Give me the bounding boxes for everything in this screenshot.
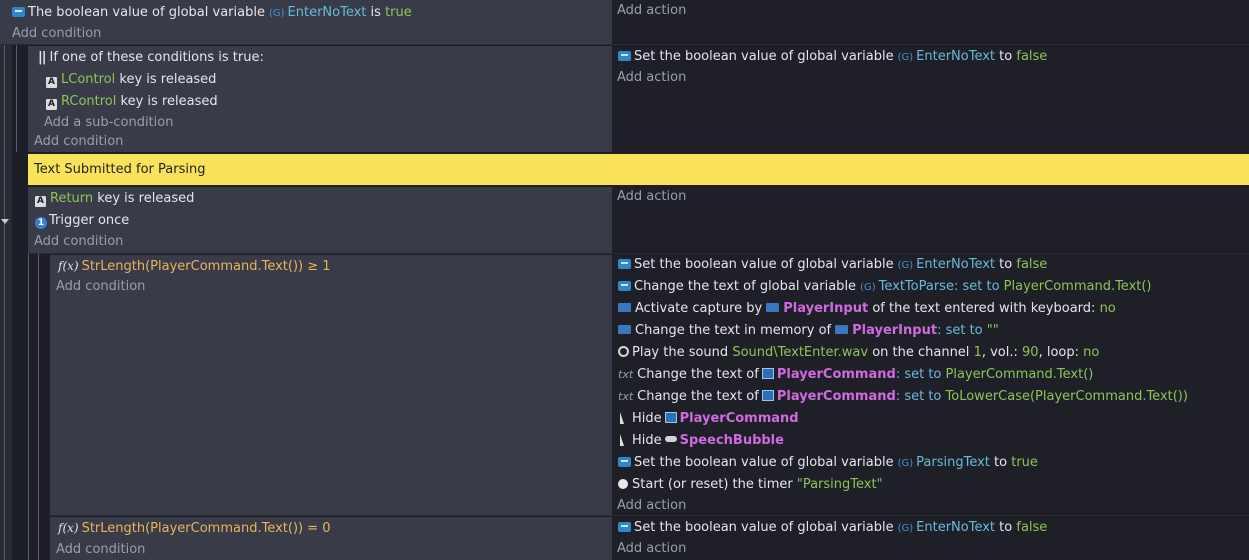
condition-strlength-eq[interactable]: f(x) StrLength(PlayerCommand.Text()) = 0 bbox=[58, 518, 331, 538]
text-icon: txt bbox=[618, 390, 634, 403]
event-3-actions[interactable]: Set the boolean value of global variable… bbox=[612, 255, 1249, 515]
text-object-icon bbox=[761, 390, 774, 401]
event-2-conditions[interactable]: A Return key is released 1 Trigger once Ad… bbox=[28, 187, 612, 253]
action-change-text-player-command[interactable]: txt Change the text of PlayerCommand: set … bbox=[618, 365, 1093, 385]
event-separator bbox=[50, 515, 1249, 516]
condition-strlength-ge[interactable]: f(x) StrLength(PlayerCommand.Text()) ≥ 1 bbox=[58, 256, 331, 276]
text-input-object-icon bbox=[835, 325, 849, 334]
text-input-icon bbox=[618, 303, 631, 312]
add-sub-condition-link[interactable]: Add a sub-condition bbox=[44, 113, 173, 133]
global-variable-icon: (G) bbox=[897, 523, 914, 534]
keyboard-icon: A bbox=[46, 77, 57, 88]
variable-icon bbox=[618, 457, 631, 467]
tree-line bbox=[38, 254, 39, 560]
or-condition-header[interactable]: || If one of these conditions is true: bbox=[38, 48, 264, 68]
sub-condition-lcontrol[interactable]: A LControl key is released bbox=[46, 70, 216, 90]
event-separator bbox=[0, 44, 1249, 45]
keyboard-icon: A bbox=[46, 99, 57, 110]
action-change-text-memory[interactable]: Change the text in memory of PlayerInput:… bbox=[618, 321, 999, 341]
action-activate-capture[interactable]: Activate capture by PlayerInput of the te… bbox=[618, 299, 1116, 319]
variable-icon bbox=[12, 7, 25, 17]
sub-event-conditions[interactable]: || If one of these conditions is true: AL… bbox=[28, 46, 612, 152]
variable-icon bbox=[618, 281, 631, 291]
action-set-enter-no-text[interactable]: Set the boolean value of global variable… bbox=[618, 255, 1047, 275]
text-input-object-icon bbox=[766, 303, 780, 312]
event-4-conditions[interactable]: f(x) StrLength(PlayerCommand.Text()) = 0 … bbox=[50, 517, 612, 560]
action-set-enter-no-text[interactable]: Set the boolean value of global variable… bbox=[618, 518, 1047, 538]
timer-icon bbox=[618, 479, 628, 489]
action-set-parsing-text[interactable]: Set the boolean value of global variable… bbox=[618, 453, 1038, 473]
global-variable-icon: (G) bbox=[897, 52, 914, 63]
add-action-link[interactable]: Add action bbox=[617, 539, 686, 559]
function-icon: f(x) bbox=[58, 521, 79, 535]
variable-icon bbox=[618, 259, 631, 269]
add-action-link[interactable]: Add action bbox=[617, 187, 686, 207]
event-1-actions[interactable]: Add action bbox=[612, 0, 1249, 44]
condition-global-boolean[interactable]: The boolean value of global variable (G) E… bbox=[12, 3, 412, 23]
comment-text: Text Submitted for Parsing bbox=[34, 162, 206, 177]
sound-icon bbox=[618, 346, 629, 357]
variable-icon bbox=[618, 51, 631, 61]
collapse-chevron-icon[interactable] bbox=[1, 219, 9, 224]
global-variable-icon: (G) bbox=[897, 260, 914, 271]
global-variable-icon: (G) bbox=[268, 8, 285, 19]
event-1-conditions[interactable]: The boolean value of global variable (G) E… bbox=[0, 0, 612, 44]
sprite-object-icon bbox=[664, 436, 677, 442]
function-icon: f(x) bbox=[58, 259, 79, 273]
text-object-icon bbox=[664, 412, 677, 423]
global-variable-icon: (G) bbox=[897, 458, 914, 469]
variable-icon bbox=[618, 522, 631, 532]
text-input-icon bbox=[618, 325, 631, 334]
tree-line bbox=[28, 254, 29, 560]
action-hide-player-command[interactable]: Hide PlayerCommand bbox=[618, 409, 799, 429]
tree-line bbox=[16, 44, 17, 152]
action-start-timer[interactable]: Start (or reset) the timer "ParsingText" bbox=[618, 475, 883, 495]
trigger-once-icon: 1 bbox=[35, 217, 47, 229]
add-condition-link[interactable]: Add condition bbox=[34, 132, 123, 152]
add-action-link[interactable]: Add action bbox=[617, 68, 686, 88]
keyboard-icon: A bbox=[35, 196, 46, 207]
text-icon: txt bbox=[618, 368, 634, 381]
hide-icon bbox=[620, 412, 624, 424]
action-play-sound[interactable]: Play the sound Sound\TextEnter.wav on th… bbox=[618, 343, 1099, 363]
action-change-text-lowercase[interactable]: txt Change the text of PlayerCommand: set … bbox=[618, 387, 1188, 407]
condition-return-key[interactable]: A Return key is released bbox=[35, 189, 194, 209]
event-2-actions[interactable]: Add action bbox=[612, 187, 1249, 253]
add-condition-link[interactable]: Add condition bbox=[12, 24, 101, 44]
sub-condition-rcontrol[interactable]: A RControl key is released bbox=[46, 92, 218, 112]
action-set-text-to-parse[interactable]: Change the text of global variable (G) Tex… bbox=[618, 277, 1152, 297]
condition-trigger-once[interactable]: 1 Trigger once bbox=[35, 211, 129, 231]
event-3-conditions[interactable]: f(x) StrLength(PlayerCommand.Text()) ≥ 1 … bbox=[50, 255, 612, 515]
sub-event-actions[interactable]: Set the boolean value of global variable… bbox=[612, 46, 1249, 152]
text-object-icon bbox=[761, 368, 774, 379]
add-condition-link[interactable]: Add condition bbox=[56, 540, 145, 560]
event-4-actions[interactable]: Set the boolean value of global variable… bbox=[612, 517, 1249, 560]
event-gutter bbox=[0, 0, 12, 560]
comment-bar[interactable]: Text Submitted for Parsing bbox=[28, 154, 1249, 185]
add-action-link[interactable]: Add action bbox=[617, 496, 686, 516]
global-variable-icon: (G) bbox=[860, 282, 876, 293]
add-condition-link[interactable]: Add condition bbox=[34, 232, 123, 252]
add-action-link[interactable]: Add action bbox=[617, 1, 686, 21]
add-condition-link[interactable]: Add condition bbox=[56, 277, 145, 297]
action-set-boolean[interactable]: Set the boolean value of global variable… bbox=[618, 47, 1047, 67]
or-icon: || bbox=[38, 50, 46, 65]
hide-icon bbox=[620, 434, 624, 446]
tree-line bbox=[4, 44, 5, 560]
event-separator bbox=[28, 253, 1249, 254]
action-hide-speech-bubble[interactable]: Hide SpeechBubble bbox=[618, 431, 784, 451]
